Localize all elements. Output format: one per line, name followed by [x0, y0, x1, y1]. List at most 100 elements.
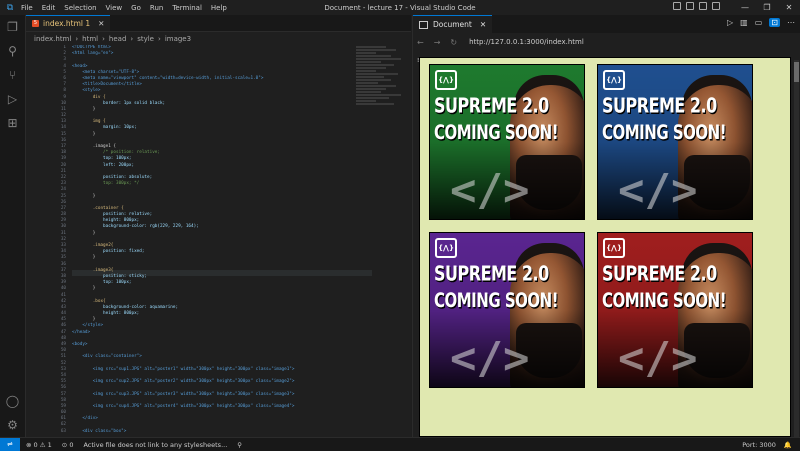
- code-line[interactable]: <div class="box">: [72, 429, 377, 435]
- poster-headline: SUPREME 2.0: [434, 261, 549, 286]
- breadcrumb-head[interactable]: head: [109, 35, 126, 43]
- poster-image-1: </> {⋀} SUPREME 2.0 COMING SOON!: [429, 64, 585, 220]
- menu-edit[interactable]: Edit: [42, 4, 56, 12]
- logo-icon: {⋀}: [603, 70, 625, 90]
- manage-gear-icon[interactable]: ⚙: [0, 413, 25, 437]
- menu-file[interactable]: File: [21, 4, 33, 12]
- chevron-right-icon: ›: [158, 34, 161, 43]
- menu-terminal[interactable]: Terminal: [172, 4, 202, 12]
- window-controls: — ❐ ✕: [734, 0, 800, 15]
- chevron-right-icon: ›: [130, 34, 134, 43]
- tab-index-html[interactable]: 5 index.html 1 ✕: [26, 15, 111, 31]
- tab-document[interactable]: Document ✕: [413, 14, 493, 34]
- customize-layout-icon[interactable]: [712, 2, 720, 10]
- breadcrumb-style[interactable]: style: [137, 35, 154, 43]
- code-lines[interactable]: <!DOCTYPE html> <html lang="en"> <head> <m…: [72, 45, 377, 435]
- extensions-icon[interactable]: ⊞: [0, 111, 25, 135]
- menu-view[interactable]: View: [106, 4, 123, 12]
- toggle-sidebar-icon[interactable]: [673, 2, 681, 10]
- poster-image-4: </> {⋀} SUPREME 2.0 COMING SOON!: [597, 232, 753, 388]
- ports-icon: ⊙: [61, 440, 68, 449]
- menu-selection[interactable]: Selection: [64, 4, 96, 12]
- remote-icon[interactable]: ⇌: [0, 438, 20, 451]
- close-tab-icon[interactable]: ✕: [480, 20, 486, 29]
- run-debug-icon[interactable]: ▷: [0, 87, 25, 111]
- code-slash-icon: </>: [450, 165, 530, 216]
- reload-icon[interactable]: ↻: [450, 38, 457, 47]
- html5-icon: 5: [32, 20, 39, 27]
- browser-preview: Document ✕ ▷ ▥ ▭ ⊡ ⋯ ← → ↻ http://127.0.…: [412, 14, 800, 438]
- minimap[interactable]: [356, 45, 411, 125]
- breadcrumb-image3[interactable]: image3: [165, 35, 191, 43]
- poster-headline: SUPREME 2.0: [434, 93, 549, 118]
- code-slash-icon: </>: [618, 333, 698, 384]
- activity-bar: ❐ ⚲ ⑂ ▷ ⊞ ◯ ⚙: [0, 15, 26, 437]
- toggle-panel-icon[interactable]: [686, 2, 694, 10]
- error-icon: ⊗: [26, 440, 32, 449]
- code-slash-icon: </>: [450, 333, 530, 384]
- lock-icon[interactable]: ⊡: [769, 18, 780, 27]
- warning-count: 1: [47, 440, 52, 449]
- status-message[interactable]: Active file does not link to any stylesh…: [83, 441, 227, 449]
- preview-tabs: Document ✕ ▷ ▥ ▭ ⊡ ⋯: [413, 14, 800, 34]
- poster-subline: COMING SOON!: [434, 121, 559, 145]
- explorer-icon[interactable]: ❐: [0, 15, 25, 39]
- scrollbar-thumb[interactable]: [794, 62, 799, 82]
- ports-indicator[interactable]: ⊙ 0: [62, 441, 74, 449]
- vscode-logo-icon: ⧉: [6, 2, 14, 13]
- status-extra-icon[interactable]: ⚲: [237, 441, 242, 449]
- warning-icon: ⚠: [39, 440, 46, 449]
- logo-icon: {⋀}: [435, 238, 457, 258]
- poster-headline: SUPREME 2.0: [602, 261, 717, 286]
- live-server-port[interactable]: Port: 3000: [742, 441, 776, 449]
- title-bar: ⧉ File Edit Selection View Go Run Termin…: [0, 0, 800, 15]
- run-icon[interactable]: ▷: [727, 18, 733, 27]
- problems-indicator[interactable]: ⊗ 0 ⚠ 1: [26, 441, 52, 449]
- minimize-icon[interactable]: —: [734, 3, 756, 12]
- address-bar: ← → ↻ http://127.0.0.1:3000/index.html: [413, 33, 800, 51]
- restore-icon[interactable]: ❐: [756, 3, 778, 12]
- search-icon[interactable]: ⚲: [0, 39, 25, 63]
- status-bar: ⇌ ⊗ 0 ⚠ 1 ⊙ 0 Active file does not link …: [0, 437, 800, 451]
- poster-headline: SUPREME 2.0: [602, 93, 717, 118]
- preview-actions: ▷ ▥ ▭ ⊡ ⋯: [727, 18, 795, 27]
- preview-scrollbar[interactable]: [794, 60, 799, 438]
- menu-bar: File Edit Selection View Go Run Terminal…: [21, 4, 236, 12]
- source-control-icon[interactable]: ⑂: [0, 63, 25, 87]
- toggle-secondary-sidebar-icon[interactable]: [699, 2, 707, 10]
- editor-tabs: 5 index.html 1 ✕: [26, 15, 411, 32]
- forward-arrow-icon[interactable]: →: [434, 38, 441, 47]
- line-numbers: 1 2 3 4 5 6 7 8 9 10 11 12 13 14 15 16 17 18 19 20 21 22 23 24 2…: [26, 45, 66, 435]
- chevron-right-icon: ›: [75, 34, 79, 43]
- more-actions-icon[interactable]: ⋯: [787, 18, 795, 27]
- breadcrumb-file[interactable]: index.html: [34, 35, 71, 43]
- preview-tab-label: Document: [433, 20, 472, 29]
- toggle-layout-icon[interactable]: ▭: [755, 18, 763, 27]
- logo-icon: {⋀}: [603, 238, 625, 258]
- menu-run[interactable]: Run: [150, 4, 163, 12]
- browser-icon: [419, 20, 428, 29]
- layout-controls: [673, 2, 720, 10]
- line-number: 63: [60, 428, 66, 434]
- close-window-icon[interactable]: ✕: [778, 3, 800, 12]
- poster-subline: COMING SOON!: [434, 289, 559, 313]
- split-editor-icon[interactable]: ▥: [740, 18, 748, 27]
- tab-label: index.html 1: [43, 19, 91, 28]
- poster-image-3: </> {⋀} SUPREME 2.0 COMING SOON!: [429, 232, 585, 388]
- poster-subline: COMING SOON!: [602, 121, 727, 145]
- error-count: 0: [33, 440, 38, 449]
- url-field[interactable]: http://127.0.0.1:3000/index.html: [469, 38, 584, 46]
- poster-image-2: </> {⋀} SUPREME 2.0 COMING SOON!: [597, 64, 753, 220]
- code-editor[interactable]: 1 2 3 4 5 6 7 8 9 10 11 12 13 14 15 16 17 18 19 20 21 22 23 24 2…: [26, 45, 411, 437]
- menu-go[interactable]: Go: [131, 4, 141, 12]
- editor-group: 5 index.html 1 ✕ index.html › html › head ›…: [26, 15, 411, 437]
- breadcrumb: index.html › html › head › style › image3: [26, 32, 411, 45]
- account-icon[interactable]: ◯: [0, 389, 25, 413]
- back-arrow-icon[interactable]: ←: [417, 38, 424, 47]
- logo-icon: {⋀}: [435, 70, 457, 90]
- notifications-bell-icon[interactable]: 🔔: [784, 441, 792, 449]
- code-slash-icon: </>: [618, 165, 698, 216]
- breadcrumb-html[interactable]: html: [82, 35, 98, 43]
- close-tab-icon[interactable]: ✕: [98, 19, 104, 28]
- menu-help[interactable]: Help: [211, 4, 227, 12]
